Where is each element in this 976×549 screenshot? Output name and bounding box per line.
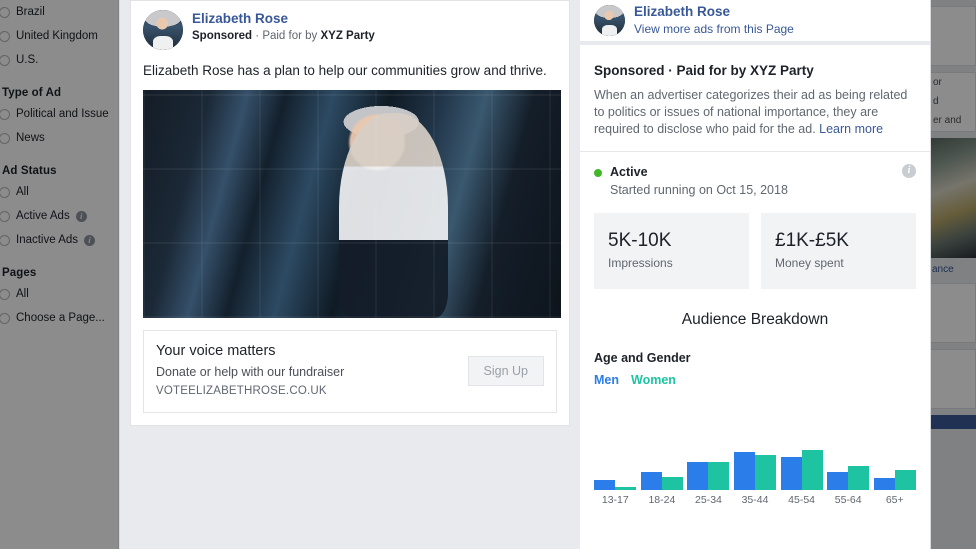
bar-category-label: 13-17 bbox=[601, 494, 629, 506]
bar-women[interactable] bbox=[708, 462, 730, 490]
metric-card-impressions: 5K-10K Impressions bbox=[594, 213, 749, 289]
bar-category-label: 55-64 bbox=[834, 494, 862, 506]
ad-post-card: Elizabeth Rose Sponsored · Paid for by X… bbox=[130, 0, 570, 426]
disclaimer-section: Sponsored · Paid for by XYZ Party When a… bbox=[580, 45, 930, 151]
bar-group: 55-64 bbox=[825, 442, 872, 507]
legend-item-men[interactable]: Men bbox=[594, 373, 619, 387]
ad-cta-text: Your voice matters Donate or help with o… bbox=[156, 341, 344, 400]
bar-men[interactable] bbox=[594, 480, 616, 490]
bar-group: 35-44 bbox=[732, 442, 779, 507]
avatar-image bbox=[594, 5, 625, 36]
learn-more-link[interactable]: Learn more bbox=[819, 122, 883, 136]
age-and-gender-title: Age and Gender bbox=[594, 351, 691, 365]
metric-value: £1K-£5K bbox=[775, 230, 849, 251]
sponsored-label: Sponsored bbox=[192, 30, 253, 42]
bar-men[interactable] bbox=[780, 457, 802, 490]
bar-men[interactable] bbox=[827, 472, 849, 490]
bar-pair bbox=[734, 442, 777, 490]
ad-body-text: Elizabeth Rose has a plan to help our co… bbox=[143, 63, 547, 78]
age-and-gender-bar-chart: 13-17 18-24 25-34 35-44 45-54 55-64 65+ bbox=[580, 397, 930, 507]
ad-post-header-text: Elizabeth Rose Sponsored · Paid for by X… bbox=[192, 10, 375, 44]
ad-cta-subtitle: Donate or help with our fundraiser bbox=[156, 365, 345, 379]
bar-category-label: 18-24 bbox=[648, 494, 676, 506]
bar-women[interactable] bbox=[755, 455, 777, 490]
bar-group: 45-54 bbox=[778, 442, 825, 507]
bar-women[interactable] bbox=[661, 477, 683, 490]
disclaimer-text: When an advertiser categorizes their ad … bbox=[594, 87, 916, 138]
bar-women[interactable] bbox=[801, 450, 823, 490]
bar-category-label: 65+ bbox=[885, 494, 904, 506]
bar-category-label: 25-34 bbox=[695, 494, 722, 506]
ad-post-header: Elizabeth Rose Sponsored · Paid for by X… bbox=[131, 1, 569, 54]
metric-card-money-spent: £1K-£5K Money spent bbox=[761, 213, 916, 289]
bar-men[interactable] bbox=[640, 472, 662, 490]
bar-pair bbox=[594, 442, 637, 490]
details-page-header: Elizabeth Rose View more ads from this P… bbox=[580, 0, 930, 41]
sign-up-button[interactable]: Sign Up bbox=[467, 355, 544, 386]
ad-cta-box: Your voice matters Donate or help with o… bbox=[143, 330, 557, 413]
bar-pair bbox=[640, 442, 683, 490]
bar-group: 13-17 bbox=[592, 442, 639, 507]
details-body: Sponsored · Paid for by XYZ Party When a… bbox=[580, 45, 930, 549]
status-active-dot-icon bbox=[594, 169, 602, 177]
bar-pair bbox=[827, 442, 870, 490]
avatar-image bbox=[143, 10, 183, 50]
bar-men[interactable] bbox=[687, 462, 709, 490]
ad-details-column: Elizabeth Rose View more ads from this P… bbox=[580, 0, 930, 549]
bar-women[interactable] bbox=[848, 466, 870, 490]
details-page-name[interactable]: Elizabeth Rose bbox=[634, 4, 794, 20]
bar-men[interactable] bbox=[873, 478, 895, 490]
paid-for-label: Paid for by bbox=[262, 30, 318, 42]
ad-page-name[interactable]: Elizabeth Rose bbox=[192, 10, 375, 27]
bar-group: 65+ bbox=[871, 442, 918, 507]
bar-category-label: 45-54 bbox=[788, 494, 816, 506]
status-badge: Active bbox=[610, 165, 648, 179]
ad-detail-modal: Elizabeth Rose Sponsored · Paid for by X… bbox=[120, 0, 930, 549]
status-text-block: Active Started running on Oct 15, 2018 bbox=[610, 164, 788, 199]
view-more-ads-link[interactable]: View more ads from this Page bbox=[634, 21, 794, 37]
bar-women[interactable] bbox=[615, 487, 637, 490]
metric-value: 5K-10K bbox=[608, 230, 672, 251]
bar-category-label: 35-44 bbox=[741, 494, 769, 506]
bar-pair bbox=[687, 442, 730, 490]
page-avatar[interactable] bbox=[143, 10, 183, 50]
bar-group: 25-34 bbox=[685, 442, 732, 507]
status-section: Active Started running on Oct 15, 2018 i bbox=[580, 151, 930, 209]
ad-sponsor-line: Sponsored · Paid for by XYZ Party bbox=[192, 28, 375, 44]
chart-legend: Men Women bbox=[580, 365, 930, 387]
paid-for-advertiser: XYZ Party bbox=[320, 30, 375, 42]
legend-item-women[interactable]: Women bbox=[631, 373, 676, 387]
disclaimer-title: Sponsored · Paid for by XYZ Party bbox=[594, 63, 814, 78]
ad-creative-image[interactable] bbox=[143, 90, 561, 318]
status-started-date: Started running on Oct 15, 2018 bbox=[610, 183, 788, 197]
bar-men[interactable] bbox=[734, 452, 756, 490]
metric-label: Impressions bbox=[608, 256, 673, 270]
metric-label: Money spent bbox=[775, 256, 844, 270]
ad-cta-title: Your voice matters bbox=[156, 343, 276, 359]
bar-women[interactable] bbox=[894, 470, 916, 490]
metrics-row: 5K-10K Impressions £1K-£5K Money spent bbox=[580, 209, 930, 289]
audience-breakdown-title: Audience Breakdown bbox=[681, 311, 829, 328]
ad-cta-url: VOTEELIZABETHROSE.CO.UK bbox=[156, 385, 327, 397]
info-icon[interactable]: i bbox=[902, 164, 916, 178]
page-avatar[interactable] bbox=[594, 5, 625, 36]
bar-pair bbox=[780, 442, 823, 490]
status-left: Active Started running on Oct 15, 2018 bbox=[594, 164, 788, 199]
bar-group: 18-24 bbox=[639, 442, 686, 507]
ad-preview-column: Elizabeth Rose Sponsored · Paid for by X… bbox=[120, 0, 580, 549]
bar-pair bbox=[873, 442, 916, 490]
details-page-header-text: Elizabeth Rose View more ads from this P… bbox=[634, 4, 794, 37]
